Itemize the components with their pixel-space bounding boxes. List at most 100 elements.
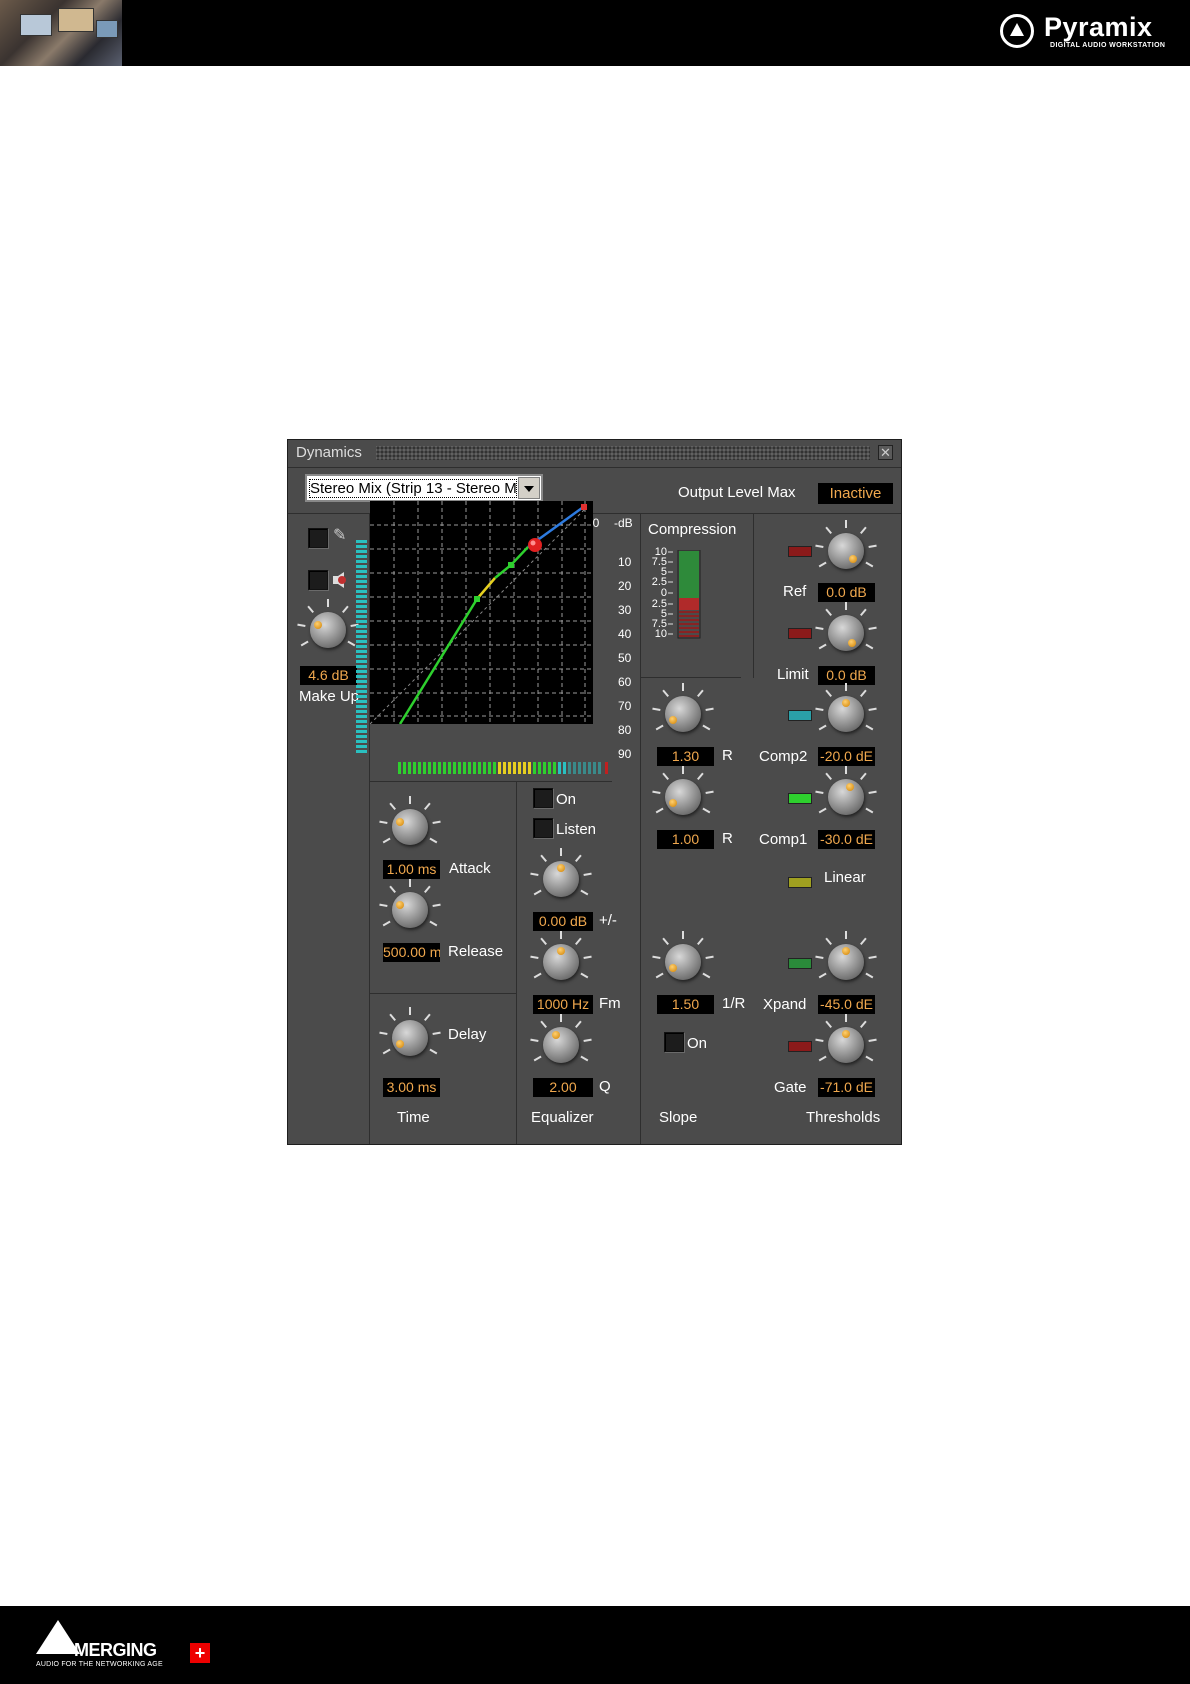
knob-tick [409,796,411,804]
knob-tick [389,1013,396,1022]
source-select-value: Stereo Mix (Strip 13 - Stereo M [309,479,517,498]
comp2-knob[interactable] [815,683,877,745]
knob-face [665,944,701,980]
knob-tick [389,885,396,894]
attack-value[interactable]: 1.00 ms [383,860,440,879]
knob-tick [815,1038,824,1042]
eq-freq-knob[interactable] [530,931,592,993]
makeup-value[interactable]: 4.6 dB [300,666,357,685]
knob-tick [575,854,582,863]
linear-label: Linear [824,869,866,886]
ref-label: Ref [783,583,807,600]
slope-on-checkbox[interactable] [664,1032,684,1052]
comp1-value[interactable]: -30.0 dE [818,830,875,849]
knob-tick [825,937,832,946]
graph-right-tick: 20 [618,579,632,593]
mute-checkbox[interactable] [308,570,328,590]
knob-tick [868,626,877,630]
pencil-icon: ✎ [333,527,347,544]
eq-listen-label: Listen [556,821,597,838]
title-bar[interactable]: Dynamics ✕ [288,440,901,468]
knob-tick [818,807,827,814]
eq-q-knob[interactable] [530,1014,592,1076]
eq-gain-knob[interactable] [530,848,592,910]
knob-face [828,533,864,569]
limit-knob[interactable] [815,602,877,664]
graph-right-tick: 70 [618,699,632,713]
knob-tick [682,766,684,774]
eq-freq-value[interactable]: 1000 Hz [533,995,593,1014]
output-level-value[interactable]: Inactive [818,483,893,504]
ratio-2-value[interactable]: 1.30 [657,747,714,766]
knob-tick [815,955,824,959]
knob-tick [868,955,877,959]
source-select[interactable]: Stereo Mix (Strip 13 - Stereo M [305,474,543,502]
ref-led[interactable] [788,546,812,557]
knob-tick [583,955,592,959]
close-icon[interactable]: ✕ [878,445,893,460]
knob-tick [533,1055,542,1062]
expander-ratio-knob[interactable] [652,931,714,993]
knob-face [392,1020,428,1056]
knob-indicator [842,699,850,707]
knob-tick [429,837,438,844]
dropdown-arrow-icon[interactable] [518,477,540,499]
eq-q-value[interactable]: 2.00 [533,1078,593,1097]
eq-gain-value[interactable]: 0.00 dB [533,912,593,931]
knob-tick [530,1038,539,1042]
release-knob[interactable] [379,879,441,941]
gate-led[interactable] [788,1041,812,1052]
delay-knob[interactable] [379,1007,441,1069]
merging-logo-name: MERGING [74,1640,157,1660]
xpand-led[interactable] [788,958,812,969]
knob-tick [865,643,874,650]
eq-on-checkbox[interactable] [533,788,553,808]
comp2-value[interactable]: -20.0 dE [818,747,875,766]
ref-value[interactable]: 0.0 dB [818,583,875,602]
limit-led[interactable] [788,628,812,639]
makeup-label: Make Up [299,688,360,705]
compression-bar [668,550,701,639]
divider [370,993,516,994]
knob-tick [705,955,714,959]
knob-tick [580,972,589,979]
gate-knob[interactable] [815,1014,877,1076]
divider [641,677,741,678]
bypass-checkbox[interactable] [308,528,328,548]
expander-ratio-label: 1/R [722,995,746,1012]
comp2-led[interactable] [788,710,812,721]
knob-tick [697,689,704,698]
slope-on-label: On [687,1035,708,1052]
knob-tick [845,1014,847,1022]
gate-label: Gate [774,1079,807,1096]
title-grip[interactable] [376,446,870,460]
knob-tick [697,772,704,781]
attack-knob[interactable] [379,796,441,858]
knob-tick [580,889,589,896]
transfer-curve-graph[interactable] [369,501,593,725]
release-value[interactable]: 500.00 m [383,943,440,962]
comp1-led[interactable] [788,793,812,804]
ref-knob[interactable] [815,520,877,582]
linear-led[interactable] [788,877,812,888]
knob-face [828,615,864,651]
xpand-value[interactable]: -45.0 dE [818,995,875,1014]
slope-section-label: Slope [659,1109,698,1126]
knob-tick [575,1020,582,1029]
transfer-curve [369,501,593,725]
speaker-mute-icon [333,572,346,588]
gate-value[interactable]: -71.0 dE [818,1078,875,1097]
expander-ratio-value[interactable]: 1.50 [657,995,714,1014]
ratio-1-knob[interactable] [652,766,714,828]
ratio-2-knob[interactable] [652,683,714,745]
knob-tick [818,972,827,979]
knob-tick [409,879,411,887]
xpand-knob[interactable] [815,931,877,993]
ratio-1-value[interactable]: 1.00 [657,830,714,849]
makeup-knob[interactable] [297,599,359,661]
knob-tick [705,790,714,794]
comp1-knob[interactable] [815,766,877,828]
knob-tick [868,544,877,548]
eq-listen-checkbox[interactable] [533,818,553,838]
delay-value[interactable]: 3.00 ms [383,1078,440,1097]
